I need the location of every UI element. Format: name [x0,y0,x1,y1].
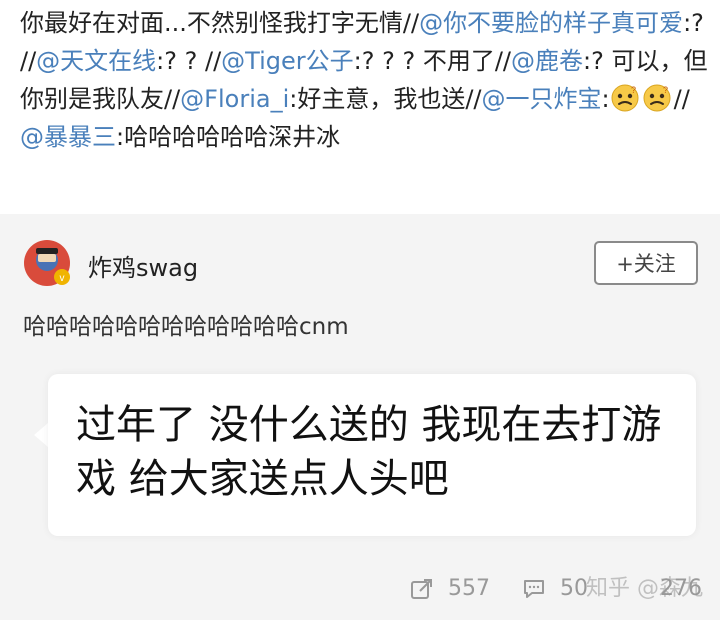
repost-icon [411,578,432,599]
svg-text:?: ? [663,85,668,95]
user-mention-link[interactable]: @暴暴三 [20,123,116,151]
repost-comment-text: :好主意，我也送// [289,85,482,113]
comment-icon [524,579,544,598]
repost-comment-text: 你最好在对面...不然别怪我打字无情// [20,9,420,37]
thinking-emoji-icon: ? [610,83,640,113]
user-mention-link[interactable]: @Floria_i [180,85,289,113]
user-mention-link[interactable]: @天文在线 [36,47,156,75]
repost-comment-text: // [673,85,690,113]
comment-action[interactable]: 50 [522,576,588,601]
follow-button[interactable]: +关注 [594,241,698,285]
user-mention-link[interactable]: @Tiger公子 [221,47,353,75]
quote-bubble-tail [34,423,48,447]
verified-badge-letter: v [60,273,65,284]
thinking-emoji-icon: ? [642,83,672,113]
post-stats-bar: 557 50 276 [0,566,720,616]
like-count: 276 [660,576,702,601]
repost-chain-text: 你最好在对面...不然别怪我打字无情//@你不要脸的样子真可爱:? // @天文在… [20,4,708,156]
svg-text:?: ? [631,85,636,95]
original-post-card: v 炸鸡swag +关注 哈哈哈哈哈哈哈哈哈哈哈哈cnm 过年了 没什么送的 我… [0,214,720,620]
user-mention-link[interactable]: @一只炸宝 [482,85,602,113]
repost-comment-text: :哈哈哈哈哈哈深井冰 [116,123,341,151]
repost-comment-text: :? ? ? 不用了// [353,47,511,75]
repost-count: 557 [448,576,490,601]
post-comment-text: 哈哈哈哈哈哈哈哈哈哈哈哈cnm [23,314,349,340]
quoted-text-bubble: 过年了 没什么送的 我现在去打游戏 给大家送点人头吧 [48,374,696,536]
like-action[interactable]: 276 [660,576,702,601]
user-mention-link[interactable]: @你不要脸的样子真可爱 [419,9,683,37]
user-mention-link[interactable]: @鹿卷 [511,47,583,75]
author-avatar[interactable]: v [23,239,71,287]
repost-comment-text: : [601,85,610,113]
comment-count: 50 [560,576,588,601]
repost-comment-text: :? ? // [156,47,222,75]
author-name[interactable]: 炸鸡swag [88,248,198,283]
author-avatar-image: v [24,240,70,286]
repost-action[interactable]: 557 [410,576,490,601]
repost-chain-section: 你最好在对面...不然别怪我打字无情//@你不要脸的样子真可爱:? // @天文在… [0,0,720,214]
quoted-text: 过年了 没什么送的 我现在去打游戏 给大家送点人头吧 [76,402,662,502]
